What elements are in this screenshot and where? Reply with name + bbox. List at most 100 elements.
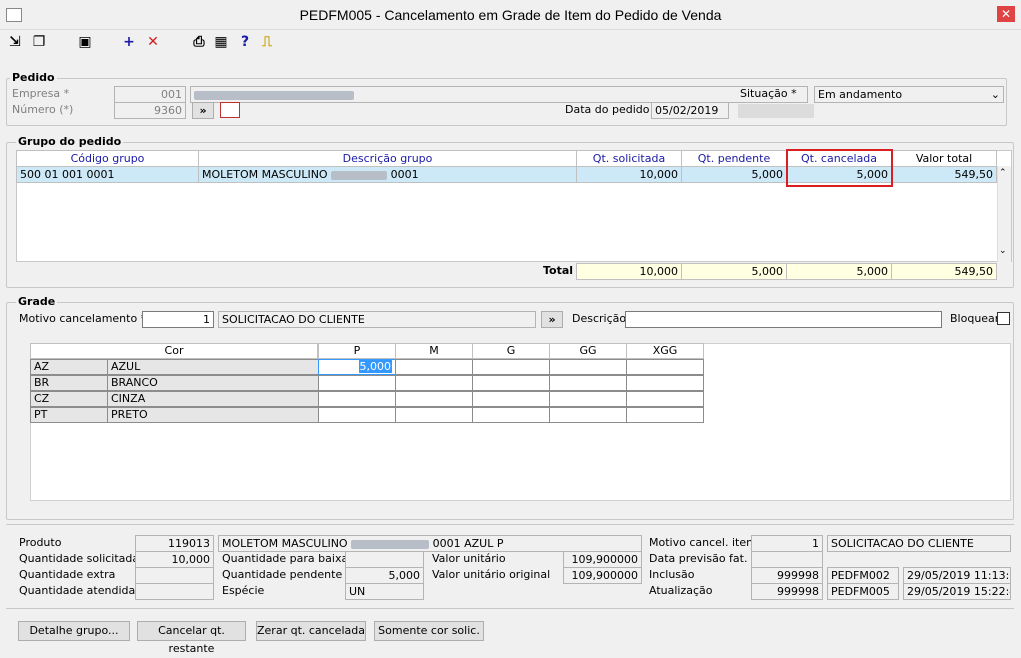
grade-cell[interactable]: [395, 359, 473, 375]
grade-size-header[interactable]: M: [395, 343, 473, 359]
grade-size-header[interactable]: P: [318, 343, 396, 359]
detalhe-grupo-button[interactable]: Detalhe grupo...: [18, 621, 130, 641]
motivo-item-code: 1: [751, 535, 823, 552]
help-icon[interactable]: ?: [236, 34, 254, 50]
grade-row-code: AZ: [30, 359, 108, 375]
qtd-baixar-label: Quantidade para baixar: [222, 552, 353, 565]
row-pendente[interactable]: 5,000: [681, 166, 787, 183]
especie-field: UN: [345, 583, 424, 600]
grade-cell[interactable]: [318, 391, 396, 407]
delete-icon[interactable]: ✕: [144, 34, 162, 50]
grade-cell[interactable]: [472, 359, 550, 375]
redacted-name: [194, 90, 354, 100]
empresa-code-field[interactable]: 001: [114, 86, 186, 103]
row-valor[interactable]: 549,50: [891, 166, 997, 183]
somente-cor-solic-button[interactable]: Somente cor solic.: [374, 621, 484, 641]
grade-cell[interactable]: [318, 407, 396, 423]
grade-cell[interactable]: [549, 375, 627, 391]
grade-cell[interactable]: [395, 375, 473, 391]
situacao-extra: [738, 104, 814, 118]
grade-cell[interactable]: [472, 391, 550, 407]
redacted-produto: [351, 539, 430, 549]
grade-cell[interactable]: [472, 407, 550, 423]
redacted-desc: [331, 170, 388, 180]
row-codigo[interactable]: 500 01 001 0001: [16, 166, 199, 183]
empresa-name-field: [190, 86, 808, 103]
grade-cell[interactable]: [626, 391, 704, 407]
atualizacao-label: Atualização: [649, 584, 713, 597]
numero-field[interactable]: 9360: [114, 102, 186, 119]
valor-unit-label: Valor unitário: [432, 552, 506, 565]
grade-cell[interactable]: [472, 375, 550, 391]
zerar-qt-cancelada-button[interactable]: Zerar qt. cancelada: [256, 621, 366, 641]
motivo-nav-button[interactable]: »: [541, 311, 563, 328]
print-icon[interactable]: ⎙: [190, 34, 208, 50]
grade-cell[interactable]: [549, 359, 627, 375]
qtd-atendida-field: [135, 583, 214, 600]
grade-cell[interactable]: [549, 391, 627, 407]
empresa-label: Empresa *: [12, 87, 70, 100]
total-cancelada: 5,000: [786, 263, 892, 280]
scroll-down-icon[interactable]: ⌄: [999, 246, 1007, 256]
copy-icon[interactable]: ❐: [30, 34, 48, 50]
grade-cell[interactable]: [549, 407, 627, 423]
total-solicitada: 10,000: [576, 263, 682, 280]
pedido-group-title: Pedido: [10, 71, 57, 84]
close-button[interactable]: ✕: [997, 6, 1015, 22]
produto-code-field: 119013: [135, 535, 214, 552]
col-codigo-grupo[interactable]: Código grupo: [16, 150, 199, 167]
col-descricao-grupo[interactable]: Descrição grupo: [198, 150, 577, 167]
grade-size-header[interactable]: GG: [549, 343, 627, 359]
row-descricao-a: MOLETOM MASCULINO: [202, 168, 328, 181]
grade-cell[interactable]: [395, 407, 473, 423]
exit-icon[interactable]: ⇲: [6, 34, 24, 50]
footer-separator: [6, 608, 1014, 609]
qtd-pendente-label: Quantidade pendente: [222, 568, 343, 581]
numero-label: Número (*): [12, 103, 74, 116]
chevron-down-icon: ⌄: [990, 88, 1000, 101]
calendar-icon[interactable]: ▦: [212, 34, 230, 50]
info-separator: [6, 524, 1014, 525]
grade-cor-header[interactable]: Cor: [30, 343, 318, 359]
produto-desc-a: MOLETOM MASCULINO: [222, 537, 348, 550]
grade-cell[interactable]: [626, 375, 704, 391]
grade-cell[interactable]: [626, 359, 704, 375]
qtd-solicitada-field: 10,000: [135, 551, 214, 568]
grade-size-header[interactable]: G: [472, 343, 550, 359]
door-exit-icon[interactable]: ⎍: [258, 34, 276, 50]
col-valor-total[interactable]: Valor total: [891, 150, 997, 167]
grade-cell[interactable]: [318, 375, 396, 391]
situacao-select[interactable]: Em andamento ⌄: [814, 86, 1004, 103]
qtd-baixar-field: [345, 551, 424, 568]
qtd-extra-field: [135, 567, 214, 584]
data-pedido-field[interactable]: 05/02/2019: [651, 102, 729, 119]
calendar-picker-icon[interactable]: [220, 102, 240, 118]
previsao-field: [751, 551, 823, 568]
grade-size-header[interactable]: XGG: [626, 343, 704, 359]
grade-cell[interactable]: 5,000: [318, 359, 396, 375]
grade-cell[interactable]: [626, 407, 704, 423]
qtd-pendente-field: 5,000: [345, 567, 424, 584]
motivo-code-field[interactable]: 1: [142, 311, 214, 328]
grade-group-title: Grade: [16, 295, 58, 308]
save-icon[interactable]: ▣: [76, 34, 94, 50]
col-qt-solicitada[interactable]: Qt. solicitada: [576, 150, 682, 167]
descricao-field[interactable]: [625, 311, 942, 328]
col-qt-pendente[interactable]: Qt. pendente: [681, 150, 787, 167]
pedido-nav-button[interactable]: »: [192, 102, 214, 119]
grade-row-code: PT: [30, 407, 108, 423]
bloquear-checkbox[interactable]: [997, 312, 1010, 325]
situacao-label: Situação *: [740, 87, 797, 100]
cancelar-qt-restante-button[interactable]: Cancelar qt. restante: [137, 621, 246, 655]
row-descricao[interactable]: MOLETOM MASCULINO 0001: [198, 166, 577, 183]
add-icon[interactable]: +: [120, 34, 138, 50]
grade-cell-selection: 5,000: [358, 360, 392, 373]
atualizacao-prog: PEDFM005: [827, 583, 899, 600]
qtd-solicitada-label: Quantidade solicitada: [19, 552, 140, 565]
scroll-up-icon[interactable]: ⌃: [999, 168, 1007, 178]
grade-cell[interactable]: [395, 391, 473, 407]
grade-row-name: BRANCO: [107, 375, 319, 391]
valor-unit-orig-label: Valor unitário original: [432, 568, 551, 581]
grade-row-code: CZ: [30, 391, 108, 407]
row-solicitada[interactable]: 10,000: [576, 166, 682, 183]
